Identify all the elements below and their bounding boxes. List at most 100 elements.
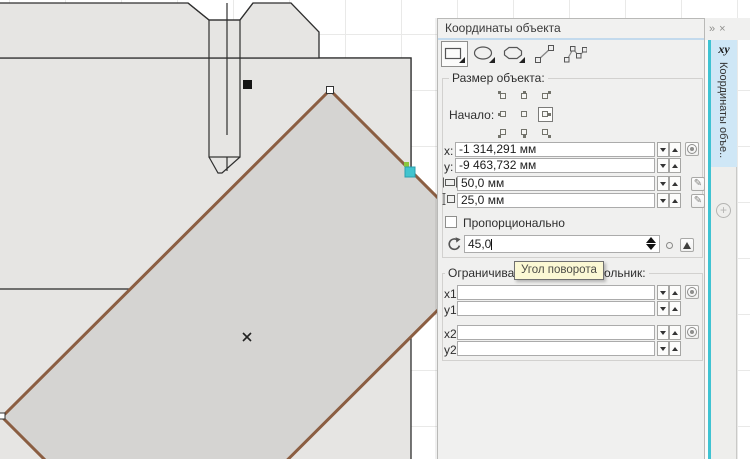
app-window: Координаты объекта Размер объекта: Начал… [0, 0, 750, 459]
target-icon [687, 287, 697, 297]
object-coordinates-docker: Координаты объекта Размер объекта: Начал… [437, 18, 705, 459]
y1-field[interactable] [457, 301, 655, 316]
spin-up-icon [672, 198, 678, 203]
ellipse-icon [473, 46, 495, 63]
spin-down-icon [660, 290, 666, 295]
selected-node[interactable] [404, 166, 416, 178]
canvas-top-shape[interactable] [0, 2, 320, 59]
bounding-rect-title-right: ольник: [601, 266, 649, 280]
y-spin-up[interactable] [669, 158, 681, 173]
target-icon [687, 144, 697, 154]
x1-spin-up[interactable] [669, 285, 681, 300]
y2-field[interactable] [457, 341, 655, 356]
x-label: x: [444, 144, 454, 158]
spin-up-icon [672, 330, 678, 335]
origin-anchor-middle-right[interactable] [540, 109, 551, 120]
spin-up-icon [672, 306, 678, 311]
tool-two-point-line-button[interactable] [531, 41, 558, 67]
y2-spin-up[interactable] [669, 341, 681, 356]
tool-ellipse-button[interactable] [471, 41, 498, 67]
rotation-dial[interactable] [666, 242, 673, 249]
docker-tab-label[interactable]: Координаты объе.. [717, 62, 729, 164]
x-spin-up[interactable] [669, 142, 681, 157]
add-docker-button[interactable]: + [716, 203, 731, 218]
tool-polygon-button[interactable] [501, 41, 528, 67]
pencil-icon: ✎ [693, 195, 703, 206]
rotation-icon [448, 237, 461, 251]
width-edit-button[interactable]: ✎ [691, 177, 705, 191]
spin-up-icon [646, 237, 656, 243]
spin-up-icon [672, 290, 678, 295]
origin-anchor-top-right[interactable] [540, 91, 551, 102]
origin-anchor-center[interactable] [519, 109, 530, 120]
spin-down-icon [660, 330, 666, 335]
height-edit-button[interactable]: ✎ [691, 194, 705, 208]
x-spin-down[interactable] [657, 142, 669, 157]
origin-label: Начало: [449, 108, 495, 122]
polygon-icon [503, 46, 525, 63]
spin-up-icon [672, 181, 678, 186]
tool-multipoint-curve-button[interactable] [561, 41, 588, 67]
text-caret [491, 239, 493, 250]
y-position-field[interactable]: -9 463,732 мм [455, 158, 655, 173]
x1-spin-down[interactable] [657, 285, 669, 300]
proportional-checkbox[interactable] [445, 216, 457, 228]
proportional-label: Пропорционально [463, 216, 565, 230]
height-icon [442, 193, 455, 205]
x-relative-position-button[interactable] [685, 142, 699, 156]
height-spin-down[interactable] [657, 193, 669, 208]
node-handle-top[interactable] [326, 86, 334, 94]
x2-field[interactable] [457, 325, 655, 340]
docker-tab-strip: ху Координаты объе.. + [711, 40, 737, 459]
x2-relative-button[interactable] [685, 325, 699, 339]
width-field[interactable]: 50,0 мм [457, 176, 655, 191]
bounding-rect-title-left: Ограничива [445, 266, 518, 280]
spin-down-icon [660, 181, 666, 186]
x1-relative-button[interactable] [685, 285, 699, 299]
origin-anchor-bottom-left[interactable] [498, 127, 509, 138]
target-icon [687, 327, 697, 337]
node-handle-left[interactable] [0, 412, 6, 420]
docker-close-button[interactable]: × [719, 23, 725, 35]
pencil-icon: ✎ [693, 178, 703, 189]
rotation-diamond-spinner[interactable] [646, 237, 656, 250]
origin-anchor-top-left[interactable] [498, 91, 509, 102]
tool-rectangle-button[interactable] [441, 41, 468, 67]
docker-collapse-button[interactable]: » [709, 23, 715, 35]
origin-anchor-bottom-center[interactable] [519, 127, 530, 138]
width-spin-up[interactable] [669, 176, 681, 191]
x-position-field[interactable]: -1 314,291 мм [455, 142, 655, 157]
two-point-line-icon [535, 45, 554, 63]
snap-point-marker [243, 80, 252, 89]
height-field[interactable]: 25,0 мм [457, 193, 655, 208]
rotation-tooltip: Угол поворота [514, 261, 604, 280]
object-size-group-title: Размер объекта: [449, 71, 548, 85]
rotation-angle-field[interactable]: 45,0 [464, 235, 660, 253]
snap-green-tick [404, 162, 409, 167]
height-spin-up[interactable] [669, 193, 681, 208]
x2-spin-up[interactable] [669, 325, 681, 340]
multipoint-curve-icon [564, 46, 587, 63]
width-icon [443, 177, 457, 188]
shape-type-toolbar [441, 39, 591, 69]
spin-up-icon [672, 163, 678, 168]
spin-down-icon [660, 198, 666, 203]
drawing-canvas[interactable] [0, 0, 437, 459]
spin-down-icon [660, 147, 666, 152]
spin-up-icon [672, 346, 678, 351]
y2-spin-down[interactable] [657, 341, 669, 356]
width-spin-down[interactable] [657, 176, 669, 191]
spin-down-icon [646, 244, 656, 250]
x1-field[interactable] [457, 285, 655, 300]
origin-anchor-bottom-right[interactable] [540, 127, 551, 138]
spin-down-icon [660, 346, 666, 351]
origin-anchor-middle-left[interactable] [498, 109, 509, 120]
y1-spin-up[interactable] [669, 301, 681, 316]
origin-anchor-top-center[interactable] [519, 91, 530, 102]
y1-spin-down[interactable] [657, 301, 669, 316]
x2-spin-down[interactable] [657, 325, 669, 340]
xy-tab-icon[interactable]: ху [711, 42, 737, 57]
rotation-apply-button[interactable] [680, 238, 694, 252]
spin-down-icon [660, 306, 666, 311]
y-spin-down[interactable] [657, 158, 669, 173]
